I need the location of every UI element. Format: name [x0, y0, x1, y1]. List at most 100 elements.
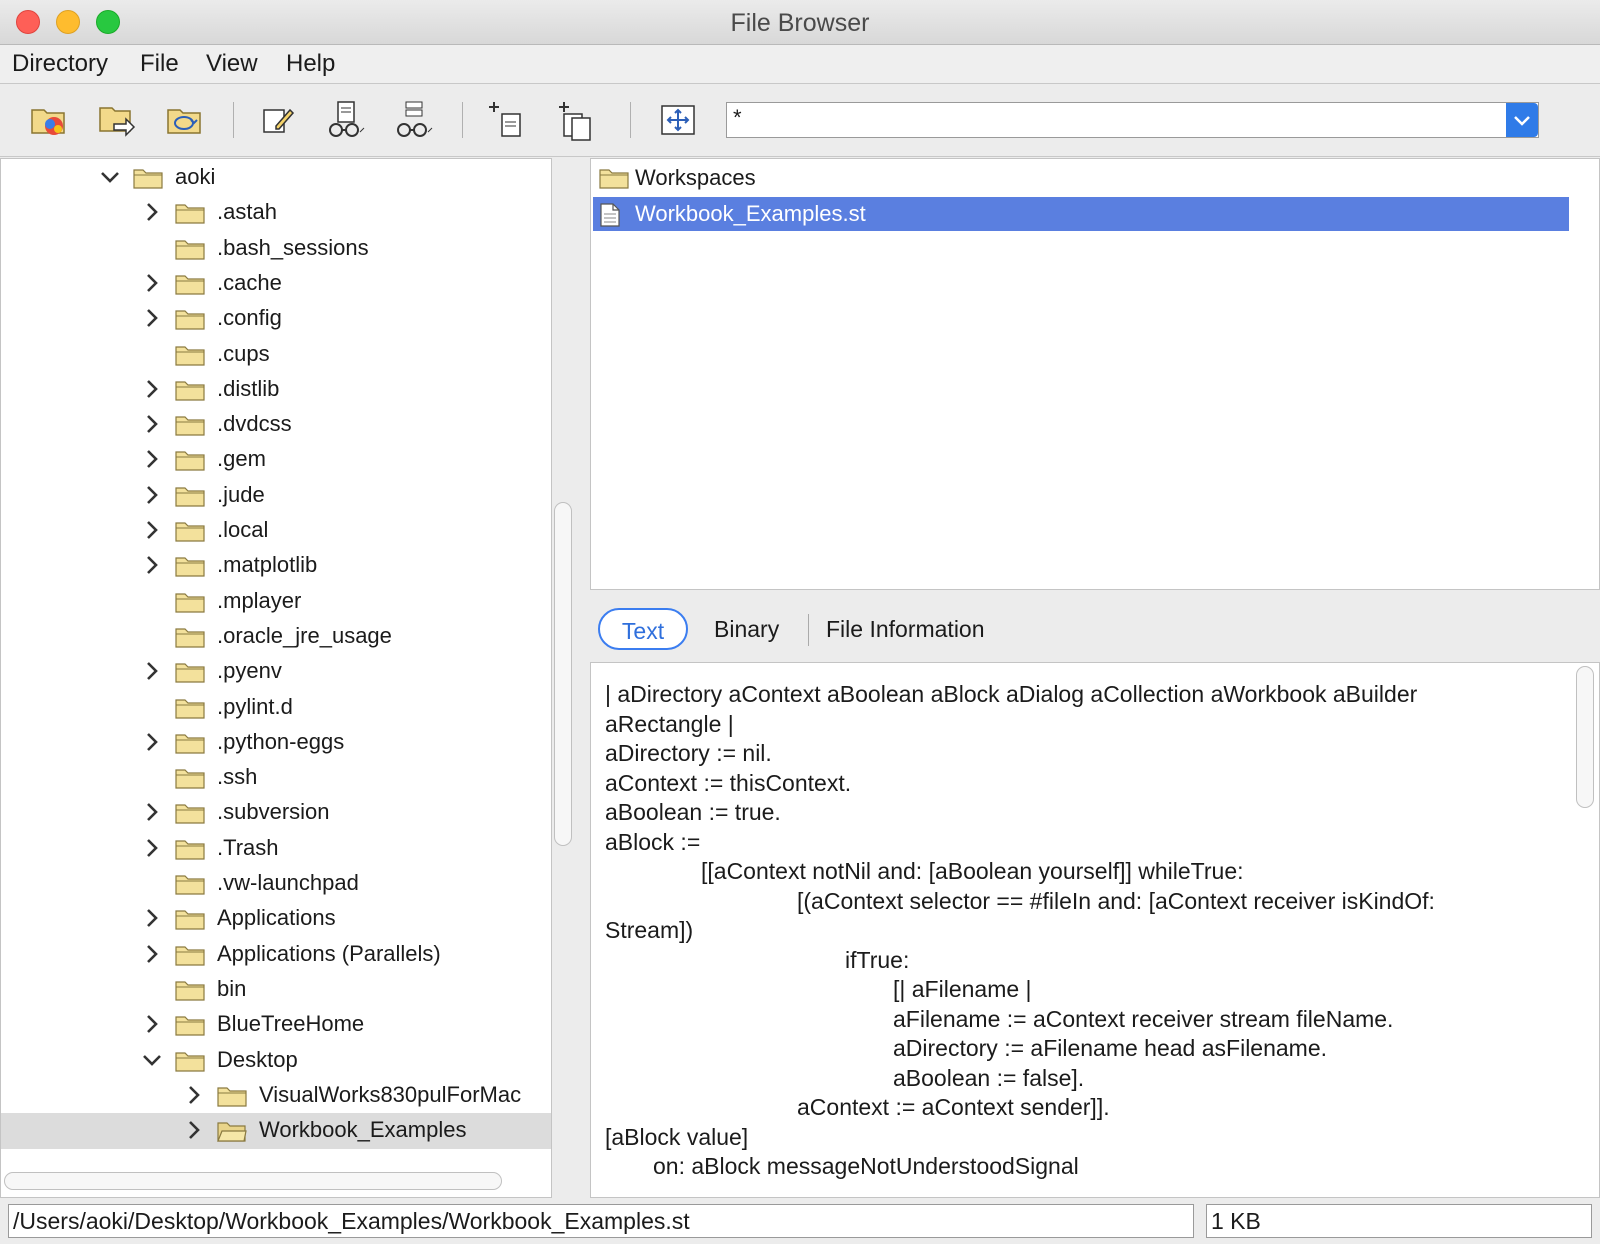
tree-item-label: BlueTreeHome: [217, 1011, 365, 1037]
chevron-right-icon[interactable]: [141, 307, 163, 329]
tree-item-label: Desktop: [217, 1046, 298, 1072]
chevron-right-icon[interactable]: [141, 484, 163, 506]
chevron-right-icon[interactable]: [141, 660, 163, 682]
chevron-right-icon[interactable]: [141, 801, 163, 823]
tab-binary[interactable]: Binary: [714, 608, 779, 650]
tree-item[interactable]: .vw-launchpad: [1, 866, 551, 902]
tree-item[interactable]: Applications: [1, 901, 551, 937]
edit-icon[interactable]: [256, 98, 302, 142]
folder-icon: [175, 555, 205, 577]
filter-combobox[interactable]: *: [726, 102, 1539, 138]
folder-icon: [175, 414, 205, 436]
tree-item[interactable]: .gem: [1, 442, 551, 478]
chevron-right-icon[interactable]: [141, 907, 163, 929]
folder-icon: [175, 273, 205, 295]
tree-item[interactable]: VisualWorks830pulForMac: [1, 1078, 551, 1114]
tree-item-label: .local: [217, 517, 269, 542]
new-file-icon[interactable]: [484, 98, 530, 142]
tree-item[interactable]: .local: [1, 513, 551, 549]
tree-item[interactable]: .Trash: [1, 831, 551, 867]
tree-item[interactable]: Applications (Parallels): [1, 937, 551, 973]
tree-item[interactable]: bin: [1, 972, 551, 1008]
chevron-right-icon[interactable]: [141, 837, 163, 859]
tree-item[interactable]: .dvdcss: [1, 407, 551, 443]
go-to-directory-icon[interactable]: [96, 98, 142, 142]
chevron-down-icon[interactable]: [141, 1049, 163, 1071]
tree-item[interactable]: .distlib: [1, 372, 551, 408]
chevron-right-icon[interactable]: [141, 413, 163, 435]
folder-icon: [599, 167, 629, 194]
file-text-view[interactable]: | aDirectory aContext aBoolean aBlock aD…: [590, 662, 1600, 1198]
tree-horizontal-scrollbar[interactable]: [4, 1172, 502, 1190]
new-directory-copy-icon[interactable]: [552, 98, 598, 142]
tree-item-label: Applications: [217, 905, 336, 931]
find-text-icon[interactable]: [392, 98, 438, 142]
tree-vertical-scrollbar[interactable]: [554, 502, 572, 846]
tree-item[interactable]: .cups: [1, 337, 551, 373]
tree-item-label: .ssh: [217, 764, 258, 790]
fit-view-icon[interactable]: [656, 98, 702, 142]
status-size-field: 1 KB: [1206, 1204, 1592, 1238]
tree-item[interactable]: .pylint.d: [1, 690, 551, 726]
menu-directory[interactable]: Directory: [12, 50, 108, 78]
new-directory-icon[interactable]: [28, 98, 74, 142]
tree-item[interactable]: .matplotlib: [1, 548, 551, 584]
tree-item[interactable]: .cache: [1, 266, 551, 302]
chevron-right-icon[interactable]: [141, 378, 163, 400]
pane-splitter[interactable]: [574, 158, 590, 1198]
chevron-right-icon[interactable]: [141, 201, 163, 223]
tree-item[interactable]: .bash_sessions: [1, 231, 551, 267]
chevron-right-icon[interactable]: [141, 272, 163, 294]
document-icon: [599, 202, 621, 232]
folder-icon: [175, 202, 205, 224]
filter-input[interactable]: *: [733, 105, 742, 131]
tree-item[interactable]: .config: [1, 301, 551, 337]
folder-icon: [175, 485, 205, 507]
refresh-icon[interactable]: [164, 98, 210, 142]
tree-item[interactable]: .jude: [1, 478, 551, 514]
tree-item[interactable]: .subversion: [1, 795, 551, 831]
chevron-right-icon[interactable]: [141, 943, 163, 965]
menu-file[interactable]: File: [140, 50, 179, 78]
tree-item-label: .pyenv: [217, 658, 282, 684]
folder-icon: [175, 979, 205, 1001]
tree-item[interactable]: .pyenv: [1, 654, 551, 690]
chevron-right-icon[interactable]: [141, 448, 163, 470]
directory-tree[interactable]: aoki .astah .bash_sessions .cache .config .cu…: [0, 158, 552, 1198]
chevron-right-icon[interactable]: [141, 554, 163, 576]
tree-item[interactable]: .astah: [1, 195, 551, 231]
tree-item[interactable]: .oracle_jre_usage: [1, 619, 551, 655]
tree-item[interactable]: .ssh: [1, 760, 551, 796]
find-file-icon[interactable]: [324, 98, 370, 142]
title-bar: File Browser: [0, 0, 1600, 45]
chevron-right-icon[interactable]: [141, 1013, 163, 1035]
tree-item[interactable]: .mplayer: [1, 584, 551, 620]
tree-item[interactable]: Workbook_Examples: [1, 1113, 551, 1150]
text-vertical-scrollbar[interactable]: [1576, 666, 1594, 808]
menu-view[interactable]: View: [206, 50, 258, 78]
file-list-item[interactable]: Workbook_Examples.st: [593, 196, 1569, 232]
tree-item[interactable]: BlueTreeHome: [1, 1007, 551, 1043]
chevron-down-icon[interactable]: [99, 166, 121, 188]
text-line: aRectangle |: [605, 710, 734, 737]
file-list-item-label: Workspaces: [635, 165, 756, 190]
tab-file-information[interactable]: File Information: [826, 608, 985, 650]
tree-item[interactable]: Desktop: [1, 1043, 551, 1079]
folder-icon: [175, 732, 205, 754]
tree-item-label: .jude: [217, 481, 265, 507]
menu-help[interactable]: Help: [286, 50, 335, 78]
text-line: aFilename := aContext receiver stream fi…: [893, 1005, 1394, 1032]
chevron-right-icon[interactable]: [141, 519, 163, 541]
chevron-right-icon[interactable]: [183, 1084, 205, 1106]
tree-item[interactable]: .python-eggs: [1, 725, 551, 761]
tree-item[interactable]: aoki: [1, 160, 551, 196]
text-line: | aDirectory aContext aBoolean aBlock aD…: [605, 681, 1418, 707]
file-list-item[interactable]: Workspaces: [593, 161, 1569, 195]
chevron-right-icon[interactable]: [141, 731, 163, 753]
file-list[interactable]: Workspaces Workbook_Examples.st: [590, 158, 1600, 590]
status-path-field: /Users/aoki/Desktop/Workbook_Examples/Wo…: [8, 1204, 1194, 1238]
tree-item-label: .cups: [217, 340, 270, 366]
chevron-right-icon[interactable]: [183, 1119, 205, 1141]
chevron-down-icon[interactable]: [1506, 103, 1538, 137]
tab-text[interactable]: Text: [598, 608, 688, 650]
